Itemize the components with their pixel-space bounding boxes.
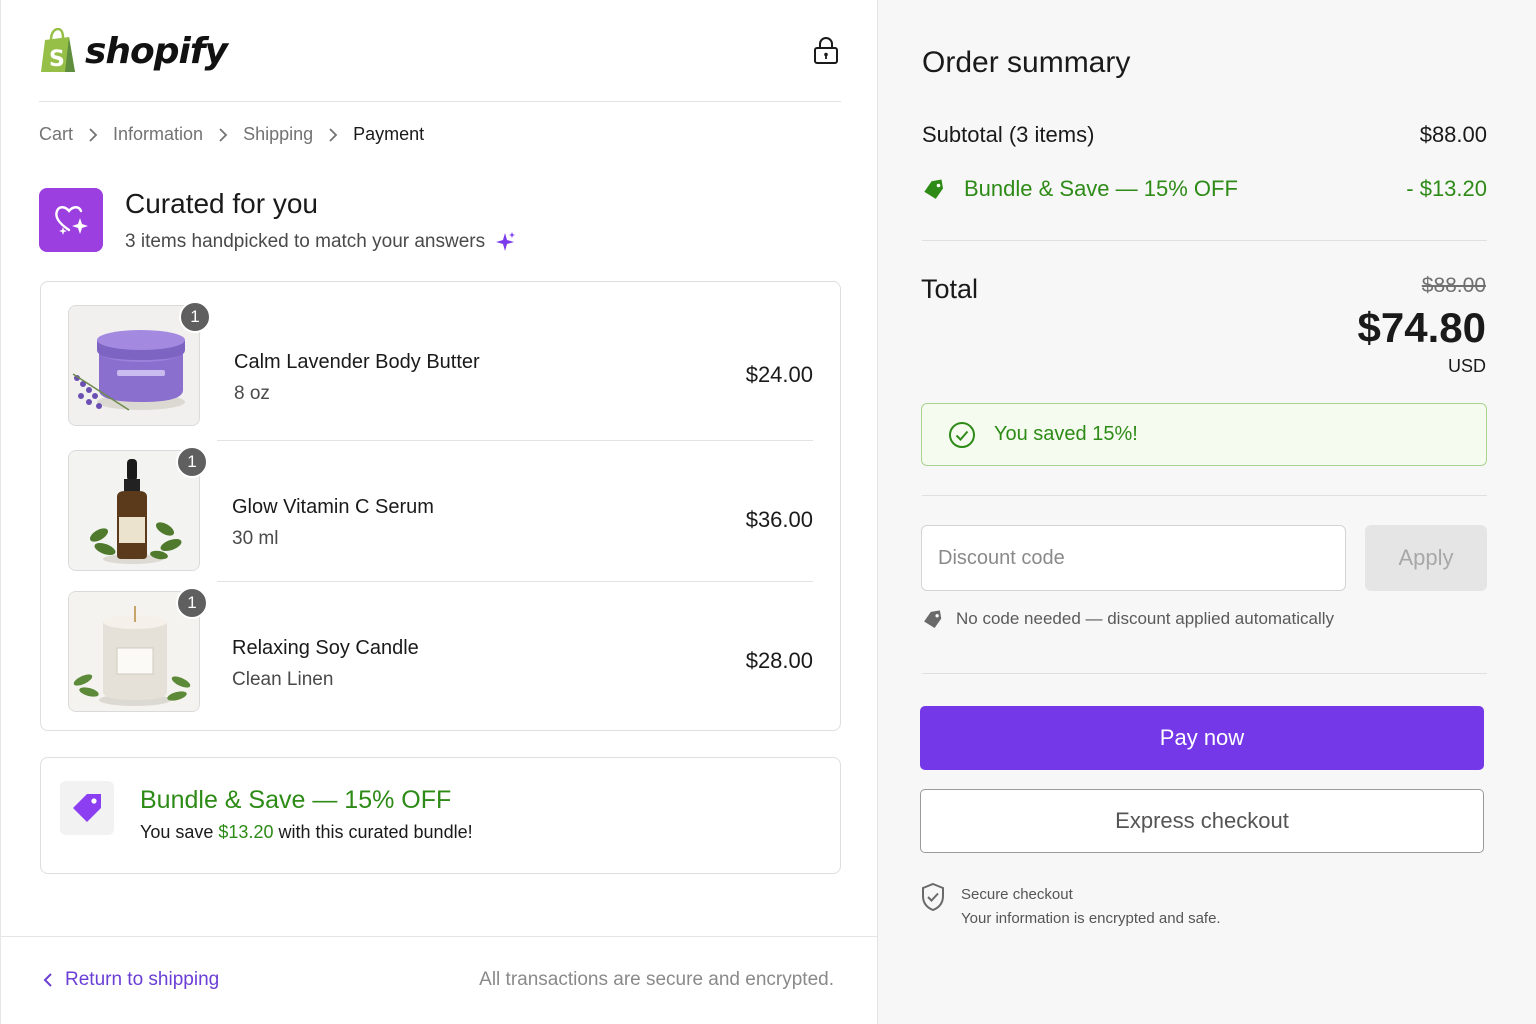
auto-discount-text: No code needed — discount applied automa… (956, 609, 1335, 628)
secure-checkout-note: Secure checkout Your information is encr… (920, 882, 1320, 932)
discount-label-group: Bundle & Save — 15% OFF (922, 176, 1238, 202)
check-circle-icon (949, 421, 975, 448)
cart-item[interactable]: 1 Glow Vitamin C Serum 30 ml $36.00 (68, 446, 813, 572)
summary-divider (922, 495, 1487, 496)
currency-code: USD (1447, 356, 1486, 376)
subtotal-label: Subtotal (3 items) (922, 122, 1095, 147)
price-tag-icon (60, 781, 114, 835)
item-variant: Clean Linen (232, 669, 334, 690)
shield-check-icon (922, 882, 944, 912)
tag-icon (924, 610, 942, 629)
discount-tag-icon (924, 179, 944, 199)
cart-item[interactable]: 1 Calm Lavender Body Butter 8 oz $24.00 (68, 301, 813, 427)
curated-subtitle: 3 items handpicked to match your answers (125, 230, 517, 254)
item-variant: 8 oz (234, 383, 270, 404)
shopify-bag-icon: S (41, 28, 75, 72)
sparkle-icon (496, 232, 516, 251)
breadcrumb-shipping[interactable]: Shipping (243, 124, 313, 145)
curated-section: Curated for you 3 items handpicked to ma… (39, 188, 739, 254)
total-label: Total (921, 274, 979, 304)
quantity-badge: 1 (176, 446, 208, 478)
curated-title: Curated for you (125, 188, 318, 219)
summary-divider (922, 673, 1487, 674)
breadcrumb-information[interactable]: Information (113, 124, 203, 145)
bundle-savings-amount: $13.20 (218, 822, 274, 842)
item-price: $28.00 (745, 648, 813, 673)
item-name: Calm Lavender Body Butter (234, 351, 480, 373)
savings-text: You saved 15%! (994, 423, 1138, 445)
item-divider (217, 440, 813, 441)
bundle-title: Bundle & Save — 15% OFF (140, 786, 452, 814)
apply-discount-button[interactable]: Apply (1365, 525, 1487, 591)
chevron-right-icon (313, 127, 353, 143)
checkout-main-pane: S shopify Cart Information Shipping Paym… (0, 0, 878, 1024)
item-price: $36.00 (745, 507, 813, 532)
discount-value: - $13.20 (1406, 176, 1487, 201)
savings-banner: You saved 15%! (921, 403, 1487, 466)
item-name: Glow Vitamin C Serum (232, 496, 434, 518)
svg-text:S: S (49, 47, 65, 72)
discount-label: Bundle & Save — 15% OFF (964, 176, 1238, 201)
subtotal-value: $88.00 (1419, 122, 1487, 147)
cart-items: 1 Calm Lavender Body Butter 8 oz $24.00 (40, 281, 841, 731)
secure-checkout-subtitle: Your information is encrypted and safe. (961, 910, 1221, 927)
breadcrumb-cart[interactable]: Cart (39, 124, 73, 145)
bundle-sub-suffix: with this curated bundle! (273, 822, 473, 842)
item-price: $24.00 (745, 362, 813, 387)
breadcrumb-payment: Payment (353, 124, 425, 144)
checkout-footer: Return to shipping All transactions are … (1, 936, 878, 1024)
quantity-badge: 1 (176, 587, 208, 619)
chevron-left-icon (43, 973, 52, 987)
shopify-logo[interactable]: S shopify (39, 28, 228, 74)
total-original-price: $88.00 (1421, 274, 1486, 297)
header: S shopify (39, 26, 841, 102)
bundle-subtitle: You save $13.20 with this curated bundle… (140, 822, 473, 843)
summary-divider (922, 240, 1487, 241)
bundle-sub-prefix: You save (140, 822, 219, 842)
return-to-shipping-link[interactable]: Return to shipping (43, 969, 219, 991)
discount-code-input[interactable] (921, 525, 1346, 591)
chevron-right-icon (203, 127, 243, 143)
item-divider (217, 581, 813, 582)
bundle-offer-card: Bundle & Save — 15% OFF You save $13.20 … (40, 757, 841, 874)
order-summary-title: Order summary (922, 46, 1131, 79)
return-to-shipping-label: Return to shipping (65, 969, 220, 990)
cart-item[interactable]: 1 Relaxing Soy Candle Clean Linen $28.00 (68, 587, 813, 713)
total-price: $74.80 (1357, 304, 1486, 351)
item-name: Relaxing Soy Candle (232, 637, 419, 659)
quantity-badge: 1 (179, 301, 211, 333)
order-summary-pane: Order summary Subtotal (3 items) $88.00 … (877, 0, 1536, 1024)
item-variant: 30 ml (232, 528, 279, 549)
curated-subtitle-text: 3 items handpicked to match your answers (125, 231, 486, 252)
lock-icon (814, 37, 838, 64)
heart-sparkle-icon (39, 188, 103, 252)
auto-discount-note: No code needed — discount applied automa… (922, 608, 1334, 630)
express-checkout-button[interactable]: Express checkout (920, 789, 1484, 853)
pay-now-button[interactable]: Pay now (920, 706, 1484, 770)
secure-checkout-title: Secure checkout (961, 886, 1073, 903)
brand-wordmark: shopify (85, 30, 228, 72)
secure-transactions-note: All transactions are secure and encrypte… (479, 969, 834, 990)
chevron-right-icon (73, 127, 113, 143)
breadcrumb: Cart Information Shipping Payment (39, 124, 424, 145)
